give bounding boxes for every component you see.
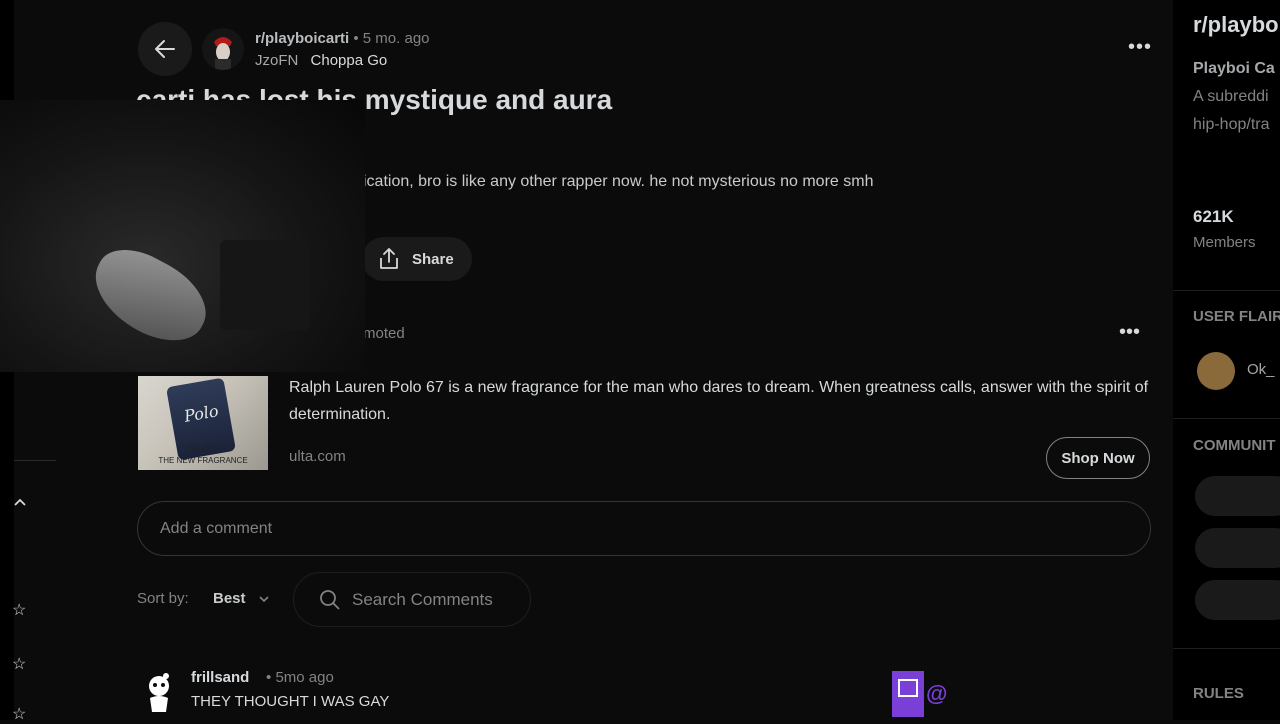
comment-meta: • 5mo ago — [266, 669, 334, 686]
comment-meta-separator: • — [266, 669, 272, 686]
twitch-icon-frame — [898, 679, 918, 697]
share-label: Share — [412, 250, 454, 268]
ad-image[interactable]: Polo POLO 67 THE NEW FRAGRANCE — [138, 376, 268, 470]
flair-avatar — [1197, 352, 1235, 390]
webcam-pillow — [80, 236, 220, 356]
sidebar-description-line1: A subreddi — [1193, 88, 1269, 105]
comment-time: 5mo ago — [275, 669, 334, 686]
rail-divider — [14, 460, 56, 461]
user-flair: Choppa Go — [310, 52, 388, 69]
subreddit-link[interactable]: r/playboicarti — [255, 30, 349, 47]
commenter-avatar[interactable] — [142, 672, 176, 712]
sidebar-description-line2: hip-hop/tra — [1193, 116, 1270, 133]
twitch-icon — [892, 671, 924, 717]
meta-separator: • — [353, 30, 363, 47]
sidebar-community-name: Playboi Ca — [1193, 60, 1275, 77]
ad-domain[interactable]: ulta.com — [289, 448, 346, 465]
author-line: JzoFN Choppa Go — [255, 52, 387, 69]
star-icon[interactable]: ☆ — [12, 600, 26, 620]
community-bookmark-button[interactable] — [1195, 528, 1280, 568]
sort-label: Sort by: — [137, 590, 189, 607]
subreddit-avatar[interactable] — [202, 28, 244, 70]
back-button[interactable] — [138, 22, 192, 76]
chevron-down-icon[interactable] — [257, 592, 271, 606]
sidebar-divider — [1173, 418, 1280, 419]
flair-username: Ok_ — [1247, 361, 1275, 378]
webcam-overlay — [0, 100, 365, 372]
search-comments-placeholder: Search Comments — [352, 589, 493, 609]
share-icon — [380, 248, 398, 269]
comment-text: THEY THOUGHT I WAS GAY — [191, 693, 390, 710]
post-meta-line: r/playboicarti • 5 mo. ago — [255, 30, 430, 47]
post-more-options-button[interactable]: ••• — [1128, 36, 1152, 59]
sort-dropdown[interactable]: Best — [213, 590, 246, 607]
ad-more-options-button[interactable]: ••• — [1119, 321, 1140, 344]
post-body: ication, bro is like any other rapper no… — [363, 173, 874, 190]
sidebar-subreddit-title[interactable]: r/playbo — [1193, 12, 1279, 38]
community-heading: COMMUNIT — [1193, 437, 1276, 454]
comment-author[interactable]: frillsand — [191, 669, 249, 686]
community-bookmark-button[interactable] — [1195, 476, 1280, 516]
rules-heading: RULES — [1193, 685, 1244, 702]
promoted-label: moted — [363, 325, 405, 342]
search-comments-input[interactable]: Search Comments — [293, 572, 531, 627]
community-sidebar: r/playbo Playboi Ca A subreddi hip-hop/t… — [1173, 0, 1280, 720]
sidebar-divider — [1173, 290, 1280, 291]
community-bookmark-button[interactable] — [1195, 580, 1280, 620]
user-flair-heading: USER FLAIR — [1193, 308, 1280, 325]
ad-image-tagline: THE NEW FRAGRANCE — [158, 456, 248, 465]
sidebar-divider — [1173, 648, 1280, 649]
sidebar-members-label: Members — [1193, 234, 1256, 251]
webcam-background-object — [220, 240, 310, 330]
star-icon[interactable]: ☆ — [12, 654, 26, 674]
chevron-up-icon[interactable] — [12, 494, 28, 515]
post-time: 5 mo. ago — [362, 30, 430, 47]
sidebar-member-count: 621K — [1193, 207, 1234, 226]
add-comment-input[interactable]: Add a comment — [137, 501, 1151, 556]
shop-now-button[interactable]: Shop Now — [1046, 437, 1150, 479]
author-link[interactable]: JzoFN — [255, 52, 298, 69]
search-icon — [320, 589, 340, 610]
share-button[interactable]: Share — [362, 237, 472, 281]
arrow-left-icon — [155, 40, 175, 58]
ad-image-caption: POLO 67 — [186, 444, 220, 453]
star-icon[interactable]: ☆ — [12, 704, 26, 724]
ad-text[interactable]: Ralph Lauren Polo 67 is a new fragrance … — [289, 374, 1149, 428]
stream-overlay-icons: @ — [892, 671, 952, 717]
at-icon: @ — [926, 681, 948, 706]
